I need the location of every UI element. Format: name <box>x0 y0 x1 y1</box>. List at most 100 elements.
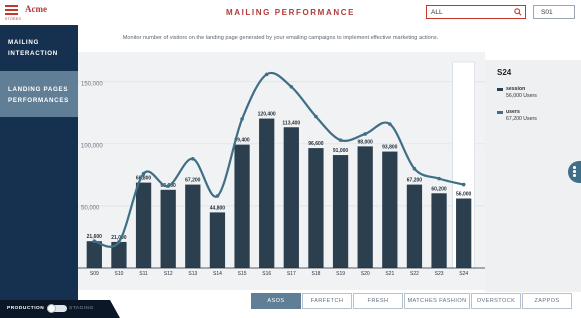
bar-data-label: 96,600 <box>308 141 324 147</box>
bar <box>357 146 373 268</box>
env-staging-label: STAGING <box>69 306 94 311</box>
tab-matches-fashion[interactable]: MATCHES FASHION <box>404 293 470 309</box>
x-tick-label: S23 <box>435 271 444 277</box>
app-window: Acme STORES MAILING PERFORMANCE S01 MAIL… <box>0 0 581 318</box>
search-icon[interactable] <box>514 8 522 16</box>
x-tick-label: S18 <box>311 271 320 277</box>
bar-data-label: 91,000 <box>333 148 349 154</box>
sidebar: MAILING INTERACTION LANDING PAGES PERFOR… <box>0 25 84 318</box>
y-tick-label: 150,000 <box>81 81 103 87</box>
bar <box>259 118 275 269</box>
bar <box>456 198 472 268</box>
bar-data-label: 44,800 <box>210 205 226 211</box>
bar-data-label: 120,400 <box>258 112 276 118</box>
line-point <box>338 138 343 142</box>
line-point <box>388 122 392 126</box>
x-tick-label: S22 <box>410 271 419 277</box>
toggle-knob[interactable] <box>47 304 56 313</box>
sidebar-item-landing-pages[interactable]: LANDING PAGES PERFORMANCES <box>0 71 84 117</box>
x-tick-label: S15 <box>238 271 247 277</box>
bar <box>209 212 226 268</box>
line-point <box>117 240 121 244</box>
bar <box>160 189 176 268</box>
line-point <box>240 117 244 121</box>
bar-data-label: 113,400 <box>282 120 300 126</box>
bar <box>234 144 250 268</box>
logo-subtext: STORES <box>5 17 22 21</box>
line-point <box>461 182 466 187</box>
x-tick-label: S12 <box>164 271 173 277</box>
legend-value: 67,200 Users <box>506 116 537 122</box>
bar <box>431 193 447 268</box>
bar <box>406 184 423 268</box>
bar-data-label: 56,000 <box>456 191 472 197</box>
bar <box>382 151 398 268</box>
x-tick-label: S10 <box>114 271 123 277</box>
x-tick-label: S24 <box>459 271 468 277</box>
bar-data-label: 60,200 <box>431 186 447 192</box>
search-input[interactable] <box>431 7 511 17</box>
x-tick-label: S09 <box>90 271 99 277</box>
bar-data-label: 21,600 <box>87 234 103 240</box>
line-point <box>215 194 220 198</box>
bar-data-label: 67,200 <box>185 178 201 184</box>
sidebar-item-label: PERFORMANCES <box>8 97 69 104</box>
sidebar-item-mailing-interaction[interactable]: MAILING INTERACTION <box>0 37 78 59</box>
bar-data-label: 93,800 <box>382 145 398 151</box>
line-point <box>191 156 195 161</box>
sidebar-item-label: INTERACTION <box>8 50 58 57</box>
environment-switch: PRODUCTION STAGING <box>0 300 120 318</box>
line-point <box>166 184 170 188</box>
legend-swatch <box>497 88 503 91</box>
env-production-label: PRODUCTION <box>7 306 45 311</box>
x-tick-label: S16 <box>262 271 271 277</box>
tab-fresh[interactable]: FRESH <box>353 293 403 309</box>
week-selector[interactable]: S01 <box>533 5 575 19</box>
sidebar-item-label: MAILING <box>8 39 40 46</box>
legend-value: 56,000 Users <box>506 93 537 99</box>
chart-footer <box>78 282 488 290</box>
bar-data-label: 98,000 <box>358 139 374 145</box>
bar <box>308 148 324 268</box>
legend-name: users <box>506 109 520 115</box>
x-tick-label: S13 <box>188 271 197 277</box>
x-tick-label: S20 <box>361 271 370 277</box>
y-tick-label: 100,000 <box>81 143 103 149</box>
line-point <box>92 239 97 243</box>
line-point <box>363 132 367 136</box>
line-point <box>289 84 294 89</box>
performance-chart: 150,000100,00050,00021,60021,00068,80063… <box>78 61 485 277</box>
panel-week: S24 <box>497 68 512 77</box>
top-bar: Acme STORES MAILING PERFORMANCE S01 <box>0 0 581 25</box>
tab-asos[interactable]: ASOS <box>251 293 301 309</box>
line-point <box>314 114 318 119</box>
bar <box>185 184 201 268</box>
x-tick-label: S14 <box>213 271 222 277</box>
week-detail-panel: S24 session 56,000 Users users 67,200 Us… <box>485 60 581 292</box>
y-tick-label: 50,000 <box>81 205 100 211</box>
bar <box>332 155 349 268</box>
page-subtitle: Monitor number of visitors on the landin… <box>122 35 439 41</box>
bar <box>283 127 299 269</box>
more-icon[interactable] <box>573 166 576 178</box>
sidebar-item-label: LANDING PAGES <box>8 86 69 93</box>
search-field[interactable] <box>426 5 526 19</box>
line-point <box>264 72 269 77</box>
tab-overstock[interactable]: OVERSTOCK <box>471 293 521 309</box>
line-point <box>437 176 441 181</box>
chart-area: 150,000100,00050,00021,60021,00068,80063… <box>78 52 485 282</box>
tab-farfetch[interactable]: FARFETCH <box>302 293 352 309</box>
x-tick-label: S21 <box>385 271 394 277</box>
x-tick-label: S17 <box>287 271 296 277</box>
legend-name: session <box>506 86 526 92</box>
line-point <box>412 166 417 171</box>
environment-toggle[interactable] <box>47 304 67 313</box>
tab-zappos[interactable]: ZAPPOS <box>522 293 572 309</box>
x-tick-label: S19 <box>336 271 345 277</box>
bar <box>135 182 152 268</box>
bar-data-label: 67,200 <box>407 178 423 184</box>
line-point <box>141 171 146 176</box>
bar-data-label: 68,800 <box>136 176 152 182</box>
x-tick-label: S11 <box>139 271 148 277</box>
bar <box>86 241 102 268</box>
